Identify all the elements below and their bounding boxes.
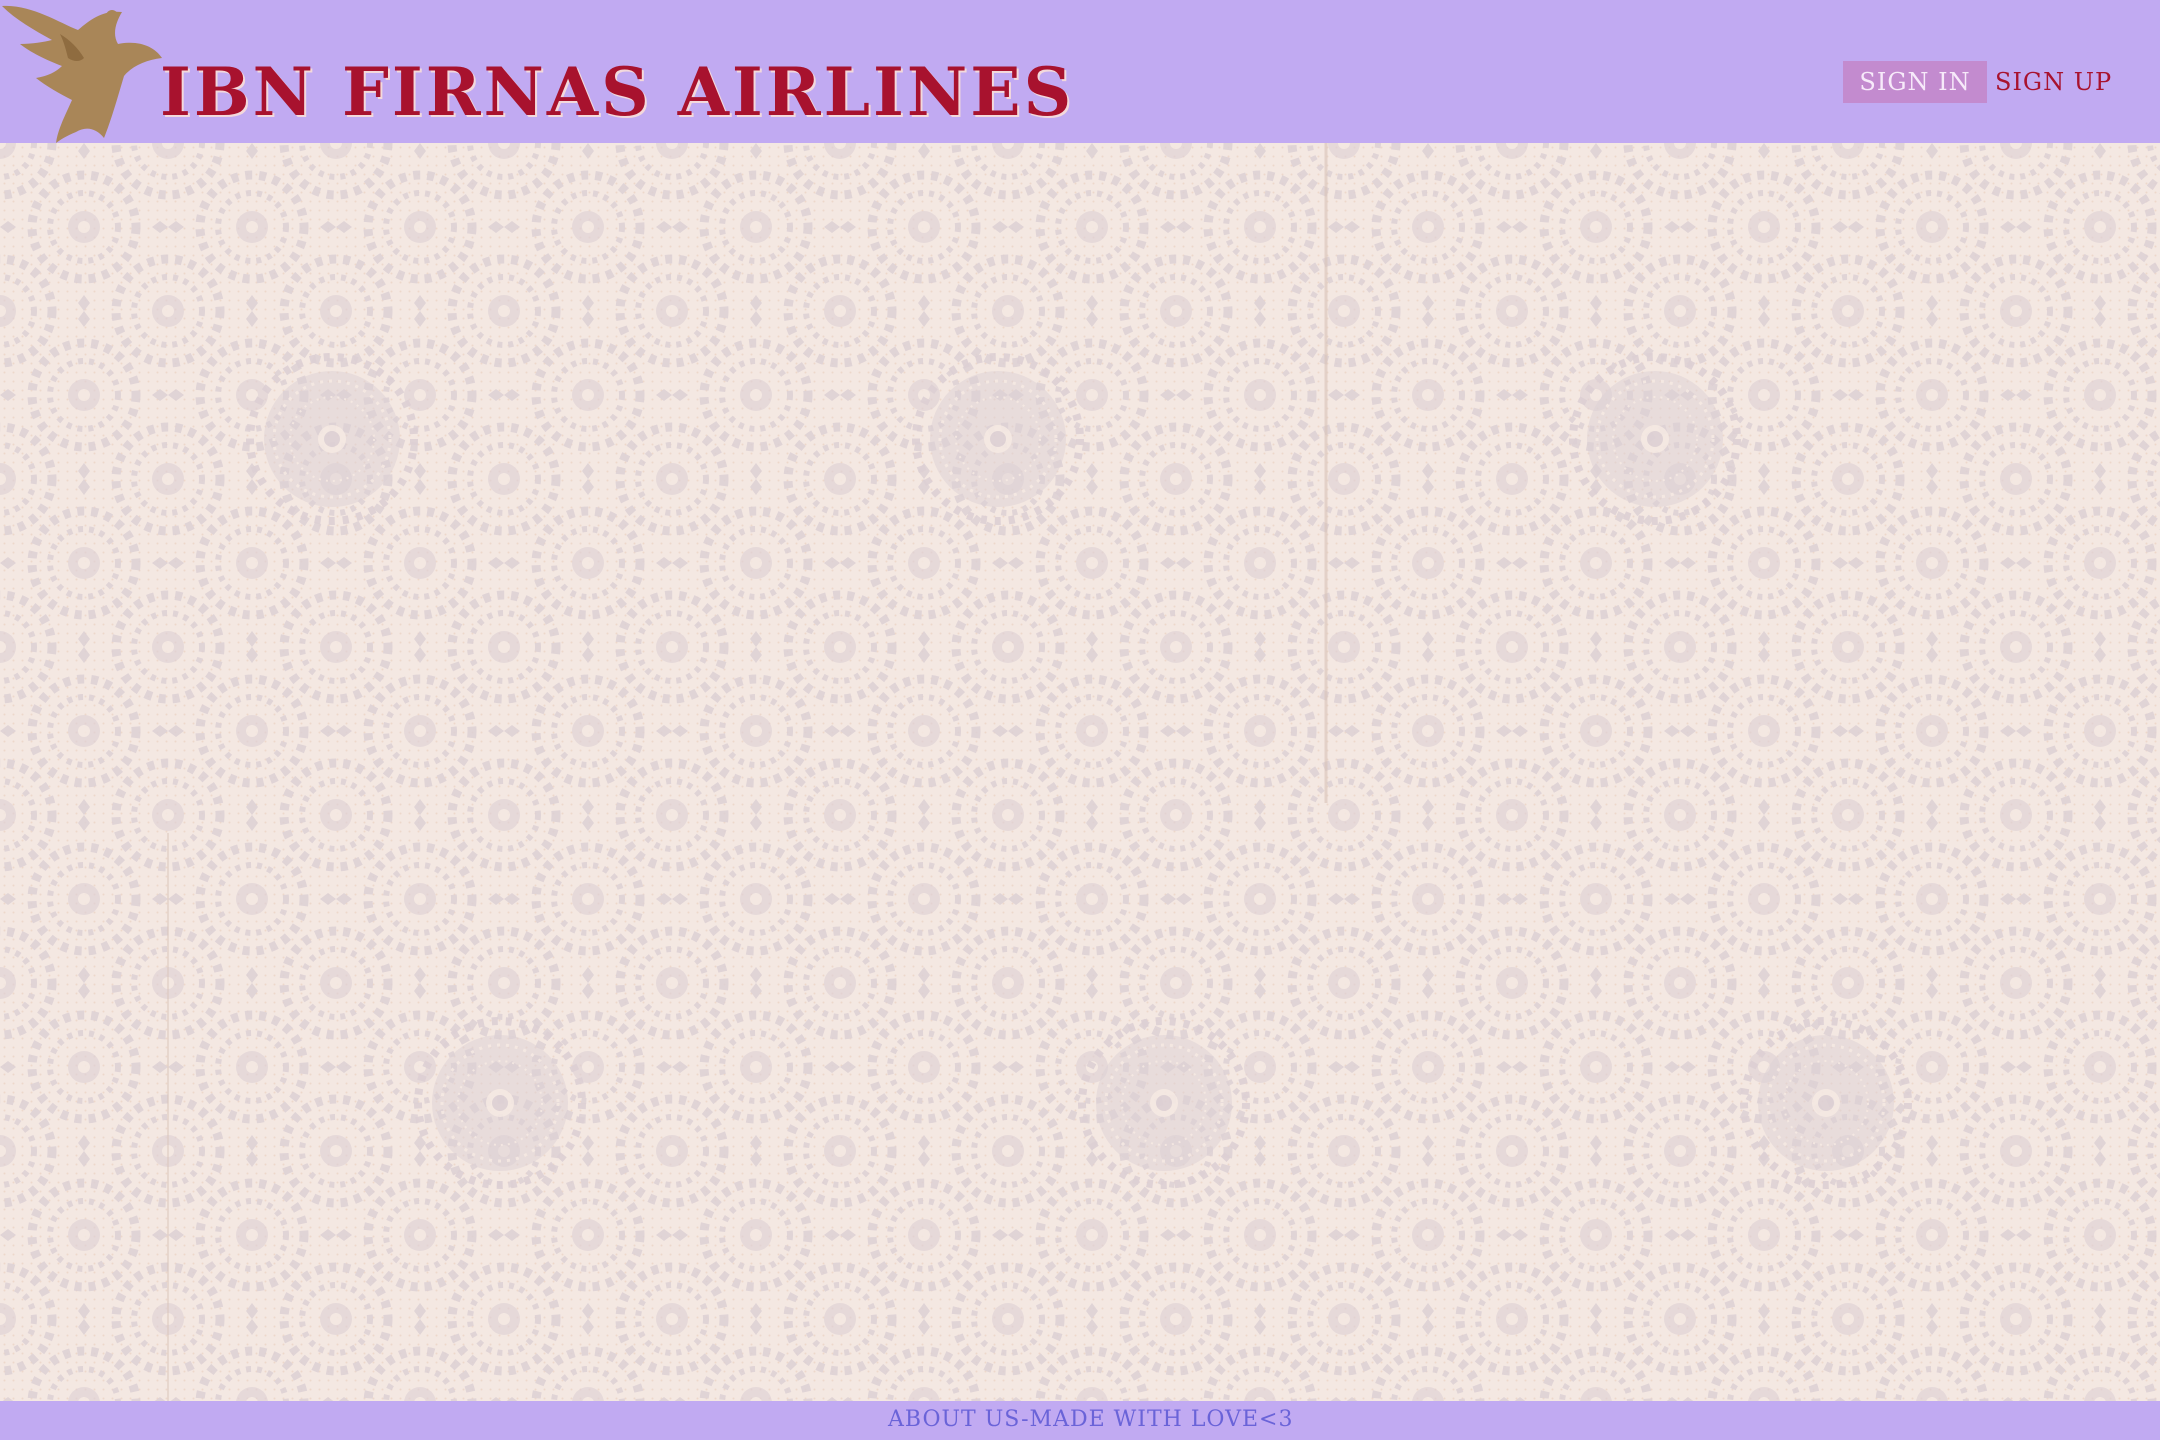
patterned-background xyxy=(0,143,2160,1401)
bottom-bar: ABOUT US-MADE WITH LOVE<3 xyxy=(0,1401,2160,1440)
arabesque-pattern xyxy=(0,143,2160,1401)
winged-flyer-logo-icon[interactable] xyxy=(0,0,170,143)
about-us-link[interactable]: ABOUT US-MADE WITH LOVE<3 xyxy=(888,1405,1293,1435)
brand-title: IBN FIRNAS AIRLINES xyxy=(160,53,1075,131)
sign-in-button[interactable]: SIGN IN xyxy=(1843,61,1987,103)
sign-up-link[interactable]: SIGN UP xyxy=(1995,61,2112,103)
top-bar: IBN FIRNAS AIRLINES SIGN IN SIGN UP xyxy=(0,0,2160,143)
